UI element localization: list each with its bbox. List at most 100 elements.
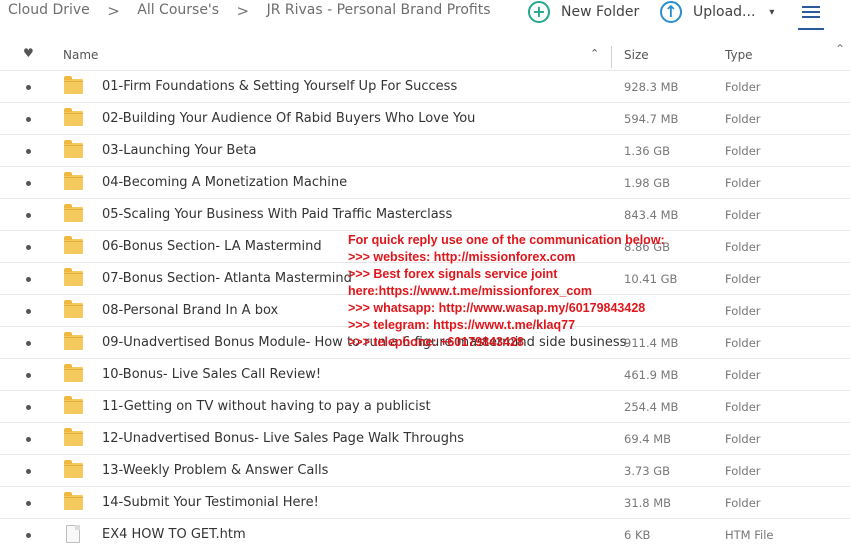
folder-icon: [64, 108, 83, 126]
row-type: Folder: [725, 208, 761, 222]
row-name[interactable]: 12-Unadvertised Bonus- Live Sales Page W…: [102, 431, 464, 446]
type-column-header[interactable]: Type: [725, 48, 753, 62]
row-name[interactable]: 08-Personal Brand In A box: [102, 303, 278, 318]
row-size: 31.8 MB: [624, 496, 672, 510]
favorite-dot-icon[interactable]: [26, 405, 31, 410]
breadcrumb-separator-icon: >: [107, 2, 120, 20]
row-name[interactable]: 05-Scaling Your Business With Paid Traff…: [102, 207, 452, 222]
row-name[interactable]: 13-Weekly Problem & Answer Calls: [102, 463, 328, 478]
favorite-column-heart-icon[interactable]: ♥: [23, 46, 34, 60]
overlay-line: >>> websites: http://missionforex.com: [348, 250, 576, 264]
favorite-dot-icon[interactable]: [26, 181, 31, 186]
new-folder-label: New Folder: [561, 4, 640, 20]
column-menu-icon[interactable]: ⌃: [835, 42, 845, 56]
favorite-dot-icon[interactable]: [26, 309, 31, 314]
row-name[interactable]: EX4 HOW TO GET.htm: [102, 527, 246, 542]
table-row[interactable]: 11-Getting on TV without having to pay a…: [0, 390, 850, 422]
row-name[interactable]: 07-Bonus Section- Atlanta Mastermind: [102, 271, 352, 286]
favorite-dot-icon[interactable]: [26, 277, 31, 282]
row-name[interactable]: 06-Bonus Section- LA Mastermind: [102, 239, 322, 254]
row-type: Folder: [725, 368, 761, 382]
row-size: 69.4 MB: [624, 432, 672, 446]
breadcrumb-item-all-courses[interactable]: All Course's: [137, 2, 219, 18]
folder-icon: [64, 332, 83, 350]
row-name[interactable]: 03-Launching Your Beta: [102, 143, 256, 158]
row-size: 6 KB: [624, 528, 651, 542]
favorite-dot-icon[interactable]: [26, 213, 31, 218]
row-size: 461.9 MB: [624, 368, 679, 382]
list-view-icon[interactable]: [802, 4, 820, 22]
favorite-dot-icon[interactable]: [26, 373, 31, 378]
table-row[interactable]: 01-Firm Foundations & Setting Yourself U…: [0, 70, 850, 102]
favorite-dot-icon[interactable]: [26, 469, 31, 474]
row-name[interactable]: 04-Becoming A Monetization Machine: [102, 175, 347, 190]
favorite-dot-icon[interactable]: [26, 245, 31, 250]
breadcrumb: Cloud Drive > All Course's > JR Rivas - …: [8, 2, 491, 20]
favorite-dot-icon[interactable]: [26, 437, 31, 442]
row-size: 254.4 MB: [624, 400, 679, 414]
favorite-dot-icon[interactable]: [26, 117, 31, 122]
column-divider[interactable]: [611, 46, 612, 68]
table-row[interactable]: 04-Becoming A Monetization Machine 1.98 G…: [0, 166, 850, 198]
folder-icon: [64, 172, 83, 190]
arrow-up-circle-icon: ↑: [660, 1, 682, 23]
row-type: HTM File: [725, 528, 774, 542]
overlay-line: For quick reply use one of the communica…: [348, 233, 665, 247]
overlay-line: >>> whatsapp: http://www.wasap.my/601798…: [348, 301, 646, 315]
table-row[interactable]: 05-Scaling Your Business With Paid Traff…: [0, 198, 850, 230]
folder-icon: [64, 140, 83, 158]
folder-icon: [64, 76, 83, 94]
row-name[interactable]: 11-Getting on TV without having to pay a…: [102, 399, 431, 414]
row-type: Folder: [725, 432, 761, 446]
row-type: Folder: [725, 464, 761, 478]
row-size: 3.73 GB: [624, 464, 671, 478]
name-column-header[interactable]: Name: [63, 48, 98, 62]
sort-ascending-icon[interactable]: ⌃: [590, 47, 599, 60]
table-row[interactable]: EX4 HOW TO GET.htm 6 KB HTM File: [0, 518, 850, 550]
folder-icon: [64, 204, 83, 222]
row-size: 594.7 MB: [624, 112, 679, 126]
table-row[interactable]: 02-Building Your Audience Of Rabid Buyer…: [0, 102, 850, 134]
table-row[interactable]: 03-Launching Your Beta 1.36 GB Folder: [0, 134, 850, 166]
row-size: 1.36 GB: [624, 144, 671, 158]
chevron-down-icon[interactable]: ▾: [769, 7, 774, 18]
upload-label: Upload...: [693, 4, 756, 20]
favorite-dot-icon[interactable]: [26, 533, 31, 538]
folder-icon: [64, 236, 83, 254]
row-size: 928.3 MB: [624, 80, 679, 94]
breadcrumb-item-current-folder[interactable]: JR Rivas - Personal Brand Profits: [267, 2, 491, 18]
row-type: Folder: [725, 144, 761, 158]
row-name[interactable]: 14-Submit Your Testimonial Here!: [102, 495, 319, 510]
overlay-line: >>> telephone: +60179843428: [348, 335, 524, 349]
file-icon: [66, 525, 80, 543]
table-row[interactable]: 12-Unadvertised Bonus- Live Sales Page W…: [0, 422, 850, 454]
row-name[interactable]: 10-Bonus- Live Sales Call Review!: [102, 367, 321, 382]
row-type: Folder: [725, 176, 761, 190]
new-folder-button[interactable]: + New Folder: [528, 0, 639, 24]
favorite-dot-icon[interactable]: [26, 85, 31, 90]
row-size: 1.98 GB: [624, 176, 671, 190]
folder-icon: [64, 460, 83, 478]
column-header: ♥ Name ⌃ Size Type ⌃: [0, 40, 850, 70]
top-bar: Cloud Drive > All Course's > JR Rivas - …: [0, 0, 850, 36]
overlay-line: >>> Best forex signals service joint: [348, 267, 558, 281]
row-name[interactable]: 01-Firm Foundations & Setting Yourself U…: [102, 79, 457, 94]
active-view-indicator: [798, 28, 824, 30]
size-column-header[interactable]: Size: [624, 48, 649, 62]
folder-icon: [64, 492, 83, 510]
table-row[interactable]: 14-Submit Your Testimonial Here! 31.8 MB F…: [0, 486, 850, 518]
folder-icon: [64, 364, 83, 382]
overlay-line: >>> telegram: https://www.t.me/klaq77: [348, 318, 576, 332]
breadcrumb-item-cloud-drive[interactable]: Cloud Drive: [8, 2, 90, 18]
row-type: Folder: [725, 80, 761, 94]
upload-button[interactable]: ↑ Upload... ▾: [660, 0, 774, 24]
favorite-dot-icon[interactable]: [26, 501, 31, 506]
favorite-dot-icon[interactable]: [26, 149, 31, 154]
table-row[interactable]: 13-Weekly Problem & Answer Calls 3.73 GB F…: [0, 454, 850, 486]
favorite-dot-icon[interactable]: [26, 341, 31, 346]
plus-circle-icon: +: [528, 1, 550, 23]
row-type: Folder: [725, 112, 761, 126]
folder-icon: [64, 428, 83, 446]
row-name[interactable]: 02-Building Your Audience Of Rabid Buyer…: [102, 111, 475, 126]
table-row[interactable]: 10-Bonus- Live Sales Call Review! 461.9 M…: [0, 358, 850, 390]
